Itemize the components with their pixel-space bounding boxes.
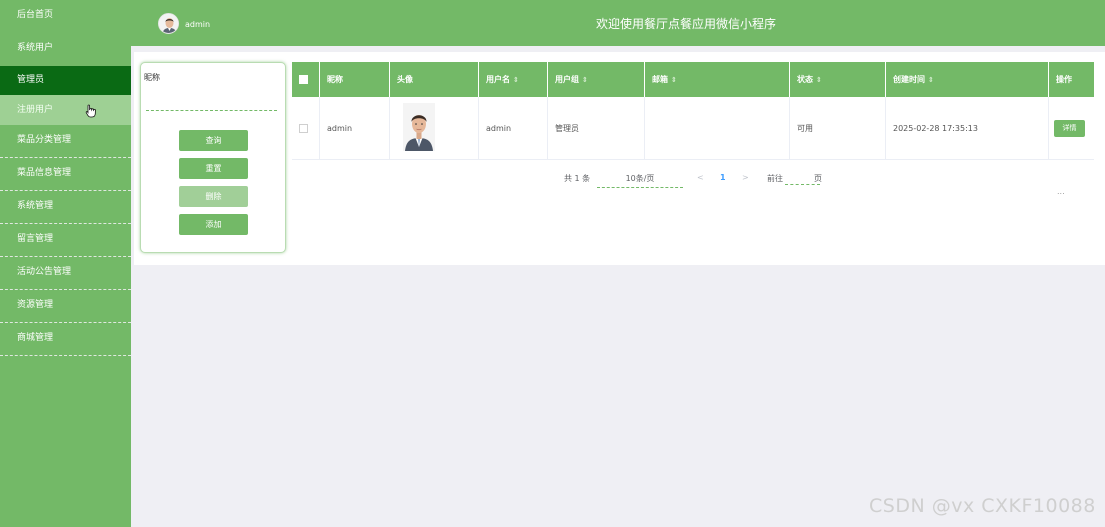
col-username-label: 用户名	[486, 75, 510, 84]
sort-icon[interactable]: ⇕	[816, 76, 822, 84]
row-select-cell	[292, 97, 320, 160]
hand-cursor-icon	[85, 104, 96, 118]
sidebar-item-announcements[interactable]: 活动公告管理	[0, 257, 131, 290]
delete-button[interactable]: 删除	[179, 186, 248, 207]
header-title: 欢迎使用餐厅点餐应用微信小程序	[595, 17, 776, 31]
nickname-search-input[interactable]	[146, 110, 277, 111]
sidebar-item-resources[interactable]: 资源管理	[0, 290, 131, 323]
cell-username: admin	[479, 97, 548, 160]
cell-email	[645, 97, 790, 160]
col-group[interactable]: 用户组 ⇕	[548, 62, 645, 97]
cell-actions: 详情 ...	[1049, 97, 1094, 196]
col-actions-label: 操作	[1056, 75, 1072, 84]
sidebar-item-dish-category[interactable]: 菜品分类管理	[0, 125, 131, 158]
select-all-checkbox[interactable]	[299, 75, 308, 84]
page-size-select[interactable]: 10条/页	[597, 173, 683, 188]
page-unit-label: 页	[814, 174, 822, 183]
cell-status: 可用	[790, 97, 886, 160]
col-username[interactable]: 用户名 ⇕	[479, 62, 548, 97]
sidebar-item-label: 注册用户	[17, 105, 54, 115]
sidebar-item-system-users[interactable]: 系统用户	[0, 33, 131, 66]
cell-nickname: admin	[320, 97, 390, 160]
col-group-label: 用户组	[555, 75, 579, 84]
col-nickname-label: 昵称	[327, 75, 343, 84]
col-created[interactable]: 创建时间 ⇕	[886, 62, 1049, 97]
col-status-label: 状态	[797, 75, 813, 84]
sort-icon[interactable]: ⇕	[513, 76, 519, 84]
goto-label: 前往	[767, 174, 783, 183]
sort-icon[interactable]: ⇕	[928, 76, 934, 84]
cell-created: 2025-02-28 17:35:13	[886, 97, 1049, 160]
sort-icon[interactable]: ⇕	[582, 76, 588, 84]
search-form-card: 昵称 查询 重置 删除 添加	[140, 62, 286, 253]
top-header: admin 欢迎使用餐厅点餐应用微信小程序	[131, 0, 1105, 46]
select-all-cell	[292, 62, 320, 97]
col-nickname[interactable]: 昵称	[320, 62, 390, 97]
prev-page-button[interactable]: <	[697, 173, 704, 182]
sidebar-item-admin[interactable]: 管理员	[0, 66, 131, 95]
sidebar-item-system-management[interactable]: 系统管理	[0, 191, 131, 224]
pagination-total: 共 1 条	[564, 174, 591, 183]
row-checkbox[interactable]	[299, 124, 308, 133]
col-avatar: 头像	[390, 62, 479, 97]
add-button[interactable]: 添加	[179, 214, 248, 235]
sidebar: 后台首页 系统用户 管理员 注册用户 菜品分类管理 菜品信息管理 系统管理 留言…	[0, 0, 131, 527]
nickname-search-label: 昵称	[144, 73, 160, 82]
sidebar-item-registered-users[interactable]: 注册用户	[0, 95, 131, 125]
next-page-button[interactable]: >	[742, 173, 749, 182]
pagination: 共 1 条 10条/页 < 1 > 前往 页	[0, 173, 1105, 189]
sidebar-item-home[interactable]: 后台首页	[0, 0, 131, 33]
col-email-label: 邮箱	[652, 75, 668, 84]
col-avatar-label: 头像	[397, 75, 413, 84]
col-created-label: 创建时间	[893, 75, 925, 84]
user-table: 昵称 头像 用户名 ⇕ 用户组 ⇕ 邮箱 ⇕ 状态 ⇕ 创建时间 ⇕ 操作 admin	[292, 62, 1094, 196]
detail-button[interactable]: 详情	[1054, 120, 1085, 137]
user-photo-icon	[403, 103, 435, 151]
col-status[interactable]: 状态 ⇕	[790, 62, 886, 97]
cell-avatar	[390, 97, 479, 160]
col-actions: 操作	[1049, 62, 1094, 97]
watermark: CSDN @vx CXKF10088	[869, 495, 1096, 517]
cell-group: 管理员	[548, 97, 645, 160]
query-button[interactable]: 查询	[179, 130, 248, 151]
sort-icon[interactable]: ⇕	[671, 76, 677, 84]
table-row: admin admin 管理员 可用 2025-02-28 17:35:13 详…	[292, 97, 1094, 196]
col-email[interactable]: 邮箱 ⇕	[645, 62, 790, 97]
page-number-current[interactable]: 1	[720, 173, 726, 182]
sidebar-item-mall[interactable]: 商城管理	[0, 323, 131, 356]
table-header: 昵称 头像 用户名 ⇕ 用户组 ⇕ 邮箱 ⇕ 状态 ⇕ 创建时间 ⇕ 操作	[292, 62, 1094, 97]
sidebar-item-messages[interactable]: 留言管理	[0, 224, 131, 257]
